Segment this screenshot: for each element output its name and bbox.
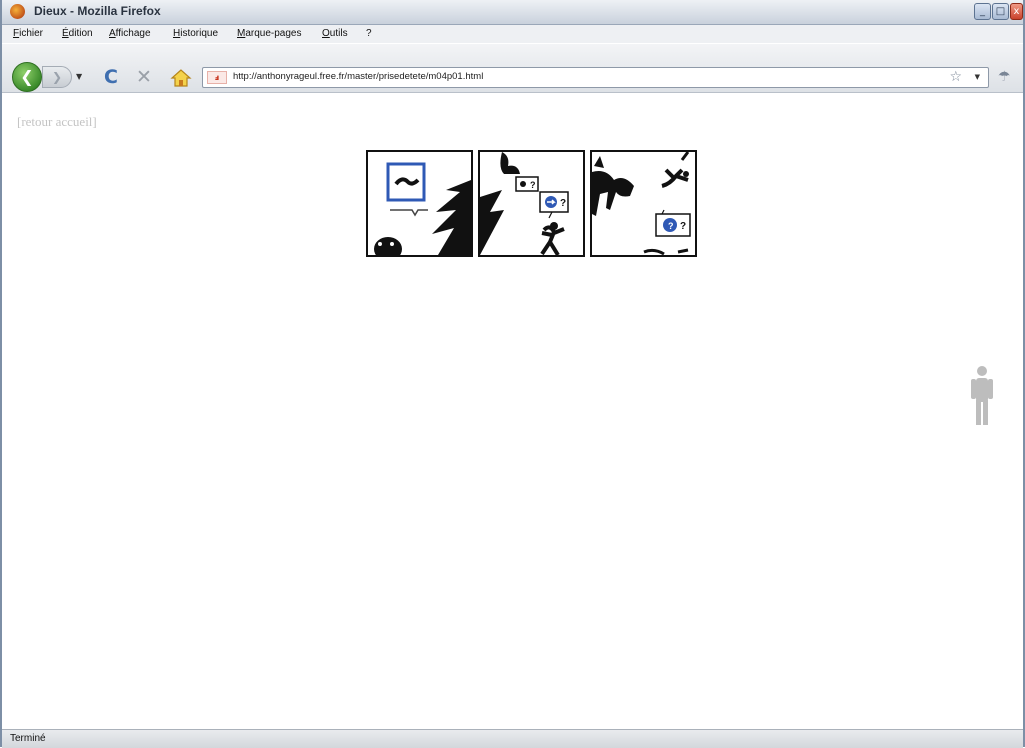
url-dropdown-icon[interactable]: ▼ — [975, 73, 980, 81]
bubble-question-mark: ? — [668, 221, 674, 231]
bubble-question-mark: ? — [560, 198, 566, 209]
comic-panel-1[interactable] — [366, 150, 473, 257]
star-icon[interactable]: ☆ — [949, 69, 962, 85]
menu-outils[interactable]: Outils — [322, 28, 348, 39]
firefox-icon — [10, 4, 25, 19]
maximize-button[interactable]: □ — [992, 3, 1009, 20]
page-content: [retour accueil] ? ? ? ? — [2, 93, 1023, 728]
home-icon[interactable] — [170, 68, 192, 88]
menu-edition[interactable]: Édition — [62, 28, 93, 39]
history-dropdown-icon[interactable]: ▼ — [76, 72, 82, 81]
addon-icon[interactable]: ☂ — [998, 69, 1011, 85]
person-icon[interactable] — [968, 365, 996, 431]
menu-help[interactable]: ? — [366, 28, 372, 39]
title-bar: Dieux - Mozilla Firefox _ □ x — [2, 0, 1023, 25]
menu-affichage[interactable]: Affichage — [109, 28, 151, 39]
close-button[interactable]: x — [1010, 3, 1023, 20]
stop-icon[interactable]: ✕ — [136, 66, 152, 88]
window-title: Dieux - Mozilla Firefox — [34, 4, 161, 18]
comic-panel-3[interactable]: ? ? — [590, 150, 697, 257]
back-home-link[interactable]: [retour accueil] — [17, 114, 97, 130]
browser-window: Dieux - Mozilla Firefox _ □ x Fichier Éd… — [0, 0, 1025, 748]
minimize-button[interactable]: _ — [974, 3, 991, 20]
bubble-question-mark: ? — [680, 221, 686, 232]
comic-panel-2[interactable]: ? ? — [478, 150, 585, 257]
back-arrow-icon[interactable]: ❮ — [12, 62, 42, 92]
status-text: Terminé — [10, 733, 46, 744]
reload-icon[interactable]: C — [104, 66, 118, 88]
status-bar: Terminé — [2, 729, 1023, 748]
menu-marque-pages[interactable]: Marque-pages — [237, 28, 302, 39]
url-bar[interactable]: ⅎ http://anthonyrageul.free.fr/master/pr… — [202, 67, 989, 88]
menu-fichier[interactable]: Fichier — [13, 28, 43, 39]
url-text[interactable]: http://anthonyrageul.free.fr/master/pris… — [233, 71, 483, 82]
bubble-question-mark: ? — [530, 180, 536, 190]
site-favicon: ⅎ — [207, 71, 227, 84]
menu-bar: Fichier Édition Affichage Historique Mar… — [2, 25, 1023, 43]
navigation-toolbar: ❮ ❯ ▼ C ✕ ⅎ http://anthonyrageul.free.fr… — [2, 44, 1023, 93]
menu-historique[interactable]: Historique — [173, 28, 218, 39]
forward-arrow-icon[interactable]: ❯ — [42, 66, 72, 88]
